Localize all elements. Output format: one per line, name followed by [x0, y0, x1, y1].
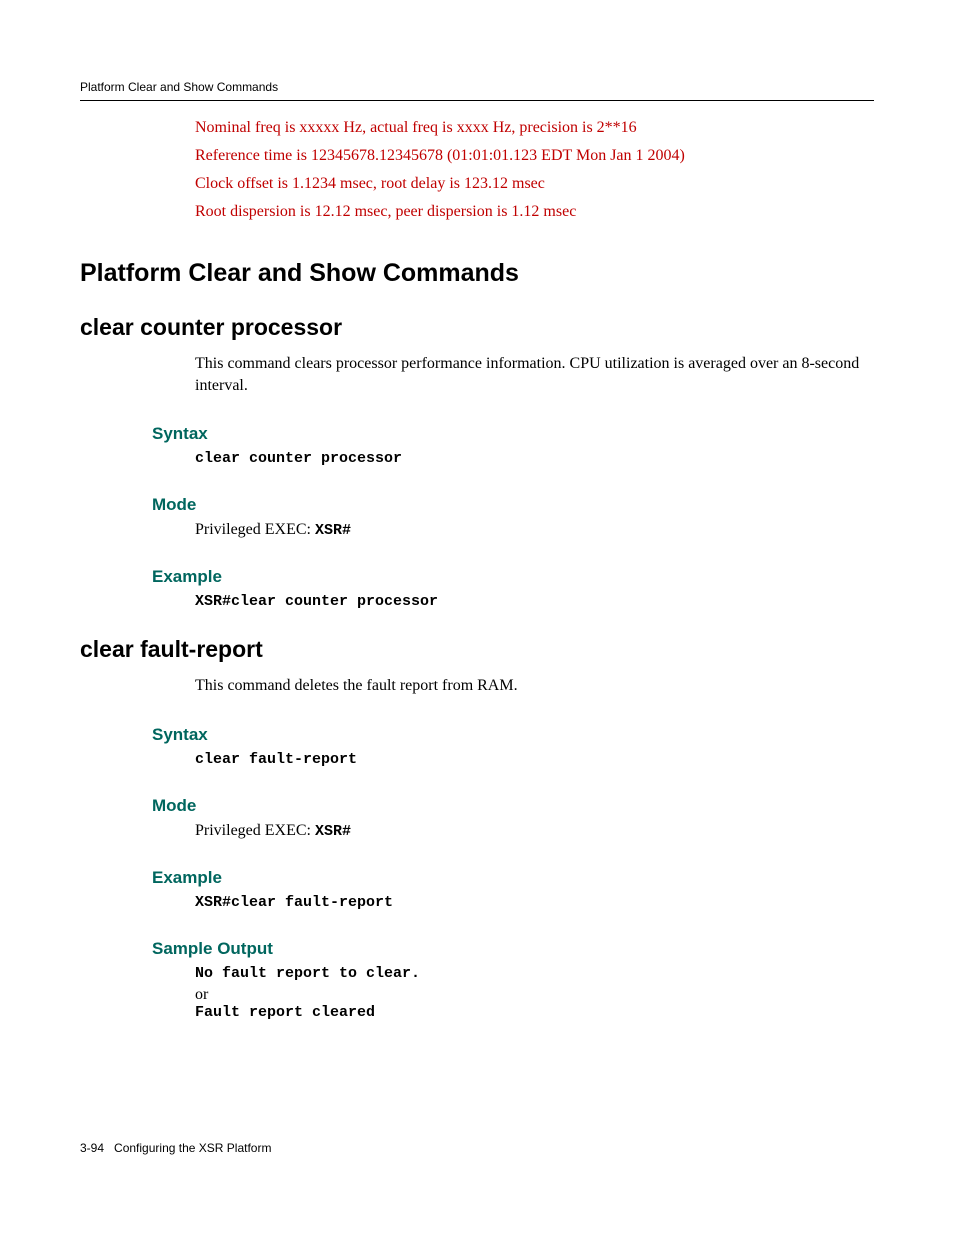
mode-code: XSR#: [315, 823, 351, 840]
syntax-code: clear counter processor: [195, 450, 874, 467]
output-line: Nominal freq is xxxxx Hz, actual freq is…: [195, 119, 874, 137]
mode-text: Privileged EXEC: XSR#: [195, 822, 874, 840]
subheading-example: Example: [152, 567, 874, 587]
sample-output-or: or: [195, 986, 874, 1004]
chapter-title: Configuring the XSR Platform: [114, 1141, 271, 1155]
syntax-code: clear fault-report: [195, 751, 874, 768]
subheading-mode: Mode: [152, 495, 874, 515]
sample-output-line: No fault report to clear.: [195, 965, 874, 982]
subheading-example: Example: [152, 868, 874, 888]
output-line: Clock offset is 1.1234 msec, root delay …: [195, 175, 874, 193]
heading-clear-fault-report: clear fault-report: [80, 636, 874, 663]
output-line: Reference time is 12345678.12345678 (01:…: [195, 147, 874, 165]
example-code: XSR#clear fault-report: [195, 894, 874, 911]
subheading-syntax: Syntax: [152, 424, 874, 444]
output-line: Root dispersion is 12.12 msec, peer disp…: [195, 203, 874, 221]
description-text: This command deletes the fault report fr…: [195, 675, 874, 697]
subheading-mode: Mode: [152, 796, 874, 816]
mode-text: Privileged EXEC: XSR#: [195, 521, 874, 539]
page-number: 3-94: [80, 1141, 104, 1155]
output-block: Nominal freq is xxxxx Hz, actual freq is…: [195, 119, 874, 221]
subheading-sample-output: Sample Output: [152, 939, 874, 959]
mode-code: XSR#: [315, 522, 351, 539]
sample-output-line: Fault report cleared: [195, 1004, 874, 1021]
heading-1: Platform Clear and Show Commands: [80, 259, 874, 288]
mode-prefix: Privileged EXEC:: [195, 521, 315, 538]
page-header: Platform Clear and Show Commands: [80, 80, 874, 101]
subheading-syntax: Syntax: [152, 725, 874, 745]
heading-clear-counter-processor: clear counter processor: [80, 314, 874, 341]
page-footer: 3-94 Configuring the XSR Platform: [80, 1141, 874, 1155]
mode-prefix: Privileged EXEC:: [195, 822, 315, 839]
description-text: This command clears processor performanc…: [195, 353, 874, 396]
example-code: XSR#clear counter processor: [195, 593, 874, 610]
